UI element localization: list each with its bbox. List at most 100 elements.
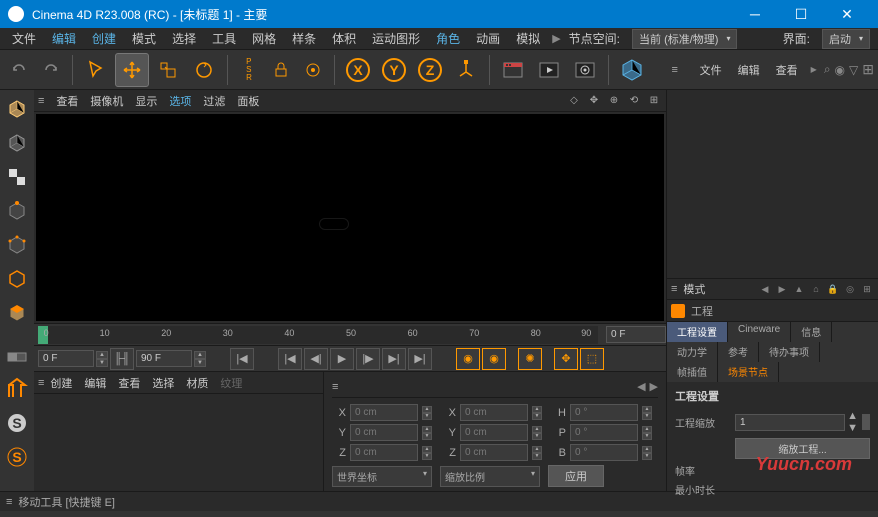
make-editable-button[interactable] — [2, 94, 32, 124]
objmgr-view[interactable]: 查看 — [770, 62, 804, 78]
target-icon[interactable]: ◎ — [843, 282, 857, 296]
point-mode-button[interactable] — [2, 230, 32, 260]
keyframe-sel-button[interactable]: ✺ — [518, 348, 542, 370]
scrollbar[interactable] — [862, 414, 870, 430]
spinner-down-icon[interactable]: ▼ — [532, 453, 542, 460]
menu-spline[interactable]: 样条 — [284, 30, 324, 47]
edge-mode-button[interactable] — [2, 264, 32, 294]
timeline-ruler[interactable]: 0 10 20 30 40 50 60 70 80 90 — [38, 326, 598, 344]
goto-end-button[interactable]: ▶| — [408, 348, 432, 370]
spinner-up-icon[interactable]: ▲ — [194, 351, 206, 359]
texture-mode-button[interactable] — [2, 162, 32, 192]
layout-dropdown[interactable]: 启动 ▾ — [822, 29, 870, 49]
spinner-down-icon[interactable]: ▼ — [532, 413, 542, 420]
coord-space-dropdown[interactable]: 世界坐标▾ — [332, 466, 432, 487]
size-x-field[interactable]: 0 cm — [460, 404, 528, 421]
tab-scene-nodes[interactable]: 场景节点 — [718, 362, 779, 382]
snap-enable-button[interactable]: S — [2, 408, 32, 438]
menu-mode[interactable]: 模式 — [124, 30, 164, 47]
tab-dynamics[interactable]: 动力学 — [667, 342, 718, 362]
pos-key-button[interactable]: ✥ — [554, 348, 578, 370]
workplane-mode-button[interactable] — [2, 196, 32, 226]
spinner-down-icon[interactable]: ▼ — [532, 433, 542, 440]
vp-nav-icon[interactable]: ◇ — [566, 93, 582, 109]
nav-up-icon[interactable]: ▲ — [792, 282, 806, 296]
spinner-up-icon[interactable]: ▲ — [532, 406, 542, 413]
vp-rotate-icon[interactable]: ⟲ — [626, 93, 642, 109]
pos-y-field[interactable]: 0 cm — [350, 424, 418, 441]
menu-mograph[interactable]: 运动图形 — [364, 30, 428, 47]
nav-left-icon[interactable]: ◀ — [637, 380, 645, 393]
apply-button[interactable]: 应用 — [548, 465, 604, 487]
maximize-button[interactable]: ☐ — [778, 0, 824, 28]
spinner-down-icon[interactable]: ▼ — [642, 413, 652, 420]
menu-mesh[interactable]: 网格 — [244, 30, 284, 47]
vp-max-icon[interactable]: ⊞ — [646, 93, 662, 109]
redo-button[interactable] — [36, 55, 66, 85]
tab-cineware[interactable]: Cineware — [728, 322, 791, 342]
range-button[interactable]: ╟╢ — [110, 348, 134, 370]
expand-icon[interactable]: ⊞ — [862, 61, 874, 78]
record-button[interactable]: ◉ — [456, 348, 480, 370]
tab-info[interactable]: 信息 — [791, 322, 832, 342]
mat-texture[interactable]: 纹理 — [214, 375, 248, 391]
axis-button[interactable] — [2, 340, 32, 370]
render-settings-button[interactable] — [568, 53, 602, 87]
start-frame-field[interactable]: 0 F — [38, 350, 94, 367]
next-key-button[interactable]: ▶| — [382, 348, 406, 370]
tab-interpolation[interactable]: 帧插值 — [667, 362, 718, 382]
add-cube-button[interactable] — [615, 53, 649, 87]
poly-mode-button[interactable] — [2, 298, 32, 328]
tab-reference[interactable]: 参考 — [718, 342, 759, 362]
objmgr-edit[interactable]: 编辑 — [732, 62, 766, 78]
close-button[interactable]: ✕ — [824, 0, 870, 28]
menu-create[interactable]: 创建 — [84, 30, 124, 47]
nav-fwd-icon[interactable]: ▶ — [775, 282, 789, 296]
menu-simulate[interactable]: 模拟 — [508, 30, 548, 47]
nav-back-icon[interactable]: ◀ — [758, 282, 772, 296]
coord-system-button[interactable] — [449, 53, 483, 87]
spinner-down-icon[interactable]: ▼ — [642, 433, 652, 440]
viewport[interactable] — [36, 114, 664, 321]
mat-material[interactable]: 材质 — [180, 375, 214, 391]
mat-view[interactable]: 查看 — [112, 375, 146, 391]
scale-key-button[interactable]: ⬚ — [580, 348, 604, 370]
home-icon[interactable]: ⌂ — [809, 282, 823, 296]
spinner-down-icon[interactable]: ▼ — [422, 413, 432, 420]
vp-options[interactable]: 选项 — [163, 93, 197, 109]
vp-view[interactable]: 查看 — [50, 93, 84, 109]
menu-volume[interactable]: 体积 — [324, 30, 364, 47]
attr-mode[interactable]: 模式 — [677, 281, 711, 297]
filter-icon[interactable]: ▽ — [849, 63, 858, 77]
size-z-field[interactable]: 0 cm — [460, 444, 528, 461]
spinner-up-icon[interactable]: ▲ — [532, 426, 542, 433]
current-frame-field[interactable]: 0 F — [606, 326, 666, 343]
lock-icon[interactable]: 🔒 — [826, 282, 840, 296]
menu-select[interactable]: 选择 — [164, 30, 204, 47]
move-tool[interactable] — [115, 53, 149, 87]
spinner-up-icon[interactable]: ▲ — [642, 406, 652, 413]
vp-filter[interactable]: 过滤 — [197, 93, 231, 109]
spinner-up-icon[interactable]: ▲ — [847, 410, 858, 422]
object-manager-tree[interactable] — [667, 90, 878, 278]
prev-key-button[interactable]: |◀ — [278, 348, 302, 370]
menu-icon[interactable]: ≡ — [6, 496, 12, 508]
mat-edit[interactable]: 编辑 — [78, 375, 112, 391]
spinner-down-icon[interactable]: ▼ — [96, 359, 108, 367]
rot-p-field[interactable]: 0 ° — [570, 424, 638, 441]
spinner-up-icon[interactable]: ▲ — [532, 446, 542, 453]
model-mode-button[interactable] — [2, 128, 32, 158]
menu-icon[interactable]: ≡ — [660, 55, 690, 85]
spinner-up-icon[interactable]: ▲ — [96, 351, 108, 359]
end-frame-field[interactable]: 90 F — [136, 350, 192, 367]
locked-button[interactable] — [266, 55, 296, 85]
rot-b-field[interactable]: 0 ° — [570, 444, 638, 461]
vp-panel[interactable]: 面板 — [231, 93, 265, 109]
search-icon[interactable]: ⌕ — [824, 62, 831, 77]
menu-animate[interactable]: 动画 — [468, 30, 508, 47]
axis-y-button[interactable]: Y — [377, 53, 411, 87]
vp-zoom-icon[interactable]: ⊕ — [606, 93, 622, 109]
new-icon[interactable]: ⊞ — [860, 282, 874, 296]
menu-icon[interactable]: ≡ — [332, 381, 338, 393]
next-frame-button[interactable]: |▶ — [356, 348, 380, 370]
